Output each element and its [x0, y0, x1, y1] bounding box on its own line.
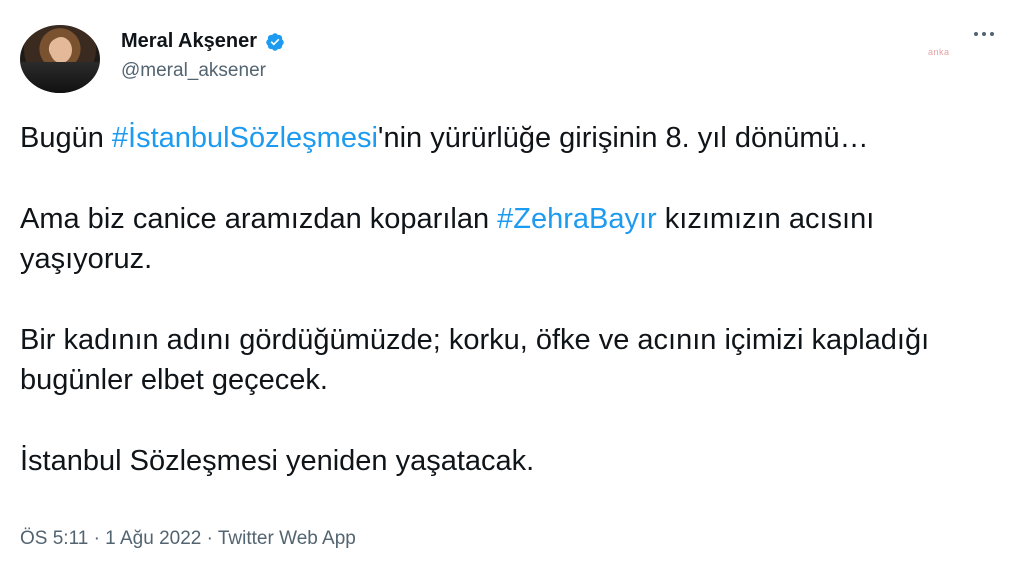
more-options-icon[interactable] — [974, 32, 994, 36]
more-dot — [982, 32, 986, 36]
tweet-paragraph-3: Bir kadının adını gördüğümüzde; korku, ö… — [20, 324, 930, 396]
avatar[interactable] — [20, 25, 100, 93]
para1-post: 'nin yürürlüğe girişinin 8. yıl dönümü… — [377, 122, 869, 154]
para2-pre: Ama biz canice aramızdan koparılan — [20, 203, 498, 235]
author-handle[interactable]: @meral_aksener — [121, 60, 266, 82]
hashtag-istanbul-sozlesmesi[interactable]: #İstanbulSözleşmesi — [112, 122, 378, 154]
more-dot — [974, 32, 978, 36]
avatar-face — [50, 37, 72, 63]
more-dot — [990, 32, 994, 36]
author-name-row: Meral Akşener — [121, 30, 285, 53]
para1-pre: Bugün — [20, 122, 112, 154]
hashtag-zehra-bayir[interactable]: #ZehraBayır — [497, 203, 657, 235]
watermark-logo: anka — [928, 47, 950, 57]
tweet-text: Bugün #İstanbulSözleşmesi'nin yürürlüğe … — [20, 118, 1000, 481]
tweet-paragraph-2: Ama biz canice aramızdan koparılan #Zehr… — [20, 199, 1000, 279]
tweet-paragraph-1: Bugün #İstanbulSözleşmesi'nin yürürlüğe … — [20, 118, 1000, 158]
tweet-paragraph-4: İstanbul Sözleşmesi yeniden yaşatacak. — [20, 445, 535, 477]
tweet-timestamp[interactable]: ÖS 5:11 · 1 Ağu 2022 · Twitter Web App — [20, 528, 356, 550]
verified-badge-icon — [266, 32, 284, 51]
author-display-name[interactable]: Meral Akşener — [121, 30, 257, 53]
tweet-card: Meral Akşener @meral_aksener anka Bugün … — [0, 0, 1024, 576]
avatar-shoulders — [20, 62, 100, 93]
